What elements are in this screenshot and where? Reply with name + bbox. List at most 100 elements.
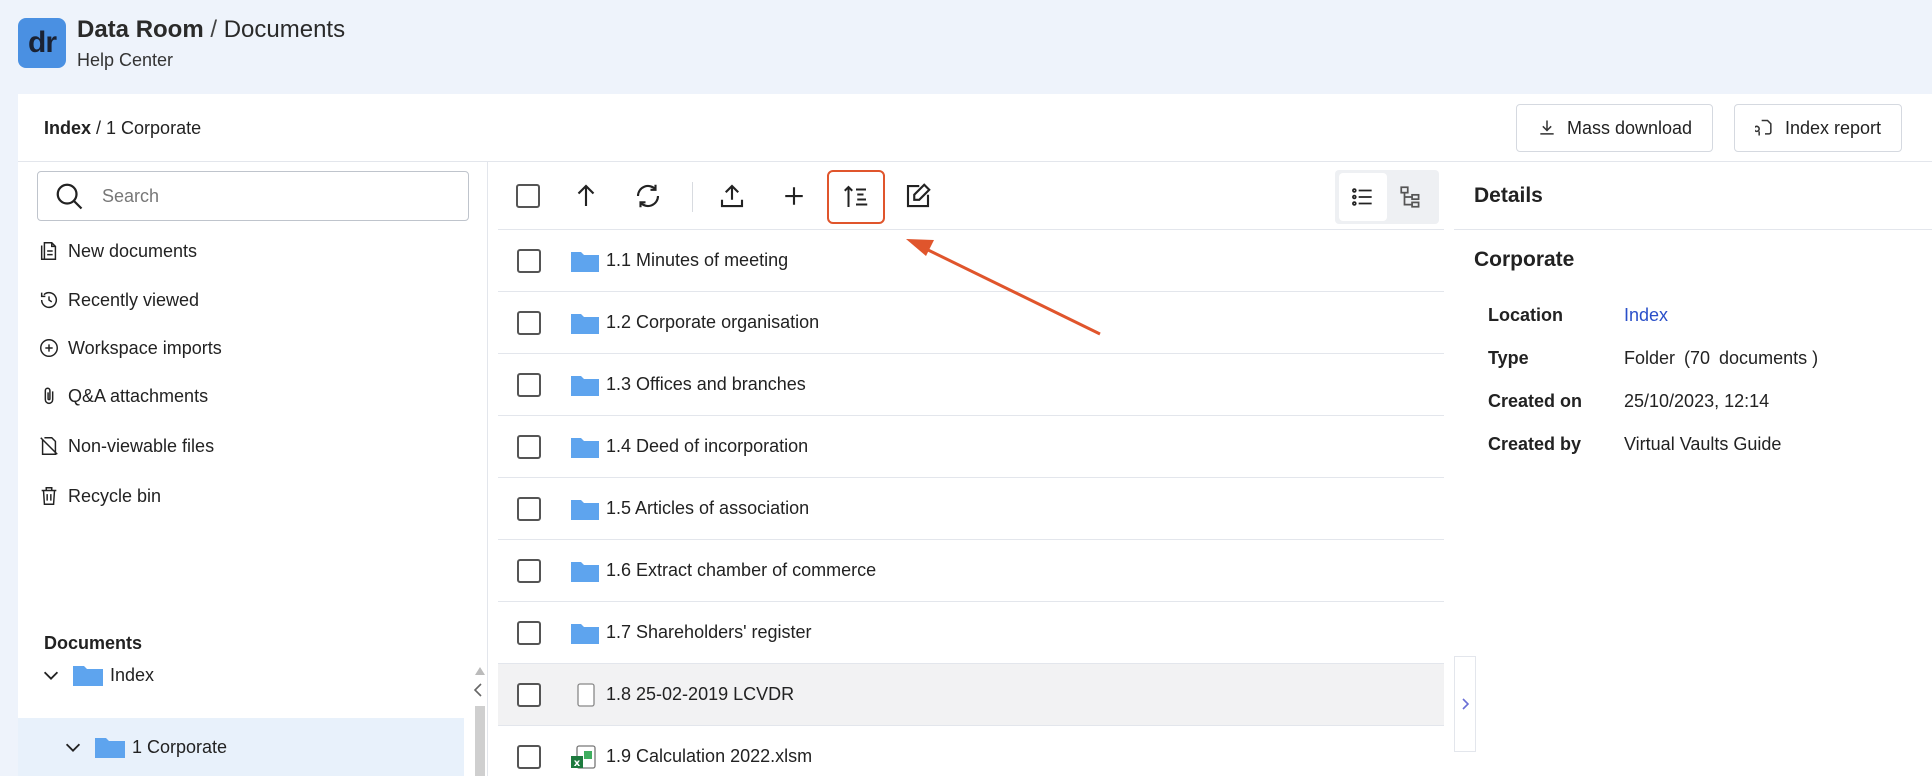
row-checkbox[interactable]: [517, 310, 541, 335]
index-report-label: Index report: [1785, 117, 1882, 138]
documents-heading: Documents: [44, 633, 143, 653]
details-collapse-toggle[interactable]: [1454, 656, 1476, 752]
title-separator: /: [203, 16, 224, 43]
row-checkbox[interactable]: [517, 682, 541, 707]
app-logo[interactable]: dr: [18, 18, 66, 68]
checkbox[interactable]: [516, 184, 540, 208]
mass-download-button[interactable]: Mass download: [1516, 104, 1714, 152]
row-checkbox[interactable]: [517, 248, 541, 273]
search-box[interactable]: [37, 171, 469, 221]
file-name[interactable]: 1.6 Extract chamber of commerce: [606, 560, 876, 581]
file-list-panel: 1.1 Minutes of meeting 1.2 Corporate orga…: [498, 162, 1444, 776]
top-bar: Index / 1 Corporate Mass download Index …: [18, 94, 1932, 162]
sidebar-item-non-viewable-files[interactable]: Non-viewable files: [38, 435, 214, 457]
row-checkbox[interactable]: [517, 434, 541, 459]
file-name[interactable]: 1.2 Corporate organisation: [606, 312, 819, 333]
sidebar-item-label: New documents: [68, 240, 198, 261]
tree-item-label: 1 Corporate: [132, 736, 228, 757]
plus-circle-icon: [40, 339, 58, 357]
row-checkbox[interactable]: [517, 558, 541, 583]
sidebar-item-label: Workspace imports: [68, 337, 222, 358]
breadcrumb-root[interactable]: Index: [44, 118, 91, 138]
edit-icon: [906, 183, 931, 208]
app-header: dr Data Room / Documents Help Center: [0, 0, 1932, 94]
row-checkbox[interactable]: [517, 372, 541, 397]
folder-icon: [571, 438, 599, 458]
file-name[interactable]: 1.4 Deed of incorporation: [606, 436, 808, 457]
add-button[interactable]: [772, 174, 816, 218]
file-row[interactable]: 1.2 Corporate organisation: [498, 292, 1444, 354]
file-row[interactable]: 1.6 Extract chamber of commerce: [498, 540, 1444, 602]
detail-value: Folder (70 documents ): [1624, 348, 1819, 368]
detail-label: Created by: [1488, 434, 1582, 454]
sort-index-button[interactable]: [827, 170, 885, 224]
file-icon: [577, 683, 595, 707]
details-item-name: Corporate: [1474, 248, 1575, 271]
row-checkbox[interactable]: [517, 744, 541, 769]
scroll-up-arrow-icon[interactable]: [474, 666, 486, 676]
app-title: Data Room / Documents: [77, 16, 345, 44]
details-panel: Details Corporate Location Index Type Fo…: [1454, 162, 1932, 776]
refresh-button[interactable]: [626, 174, 670, 218]
detail-label: Type: [1488, 348, 1529, 368]
detail-value: 25/10/2023, 12:14: [1624, 391, 1770, 411]
folder-icon: [571, 252, 599, 272]
plus-icon: [785, 187, 803, 205]
refresh-icon: [636, 184, 660, 208]
tree-view-button[interactable]: [1387, 173, 1435, 221]
search-input[interactable]: [102, 185, 422, 207]
file-name[interactable]: 1.1 Minutes of meeting: [606, 250, 788, 271]
row-checkbox[interactable]: [517, 620, 541, 645]
list-view-button[interactable]: [1339, 173, 1387, 221]
file-name[interactable]: 1.5 Articles of association: [606, 498, 809, 519]
toolbar-divider: [692, 182, 693, 212]
tree-item-index[interactable]: Index: [18, 652, 464, 698]
file-name[interactable]: 1.9 Calculation 2022.xlsm: [606, 746, 812, 767]
file-row[interactable]: 1.3 Offices and branches: [498, 354, 1444, 416]
sidebar-item-recycle-bin[interactable]: Recycle bin: [38, 485, 161, 507]
file-row[interactable]: 1.5 Articles of association: [498, 478, 1444, 540]
sidebar-scrollbar[interactable]: [470, 666, 488, 776]
folder-icon: [571, 624, 599, 644]
download-icon: [1540, 120, 1554, 135]
folder-up-button[interactable]: [564, 174, 608, 218]
detail-label: Created on: [1488, 391, 1583, 411]
detail-value: Virtual Vaults Guide: [1624, 434, 1782, 454]
upload-button[interactable]: [710, 174, 754, 218]
detail-location-link[interactable]: Index: [1624, 305, 1668, 326]
folder-icon: [73, 666, 103, 686]
file-row[interactable]: 1.4 Deed of incorporation: [498, 416, 1444, 478]
file-name[interactable]: 1.7 Shareholders' register: [606, 622, 812, 643]
scrollbar-thumb[interactable]: [475, 706, 485, 776]
file-row[interactable]: x 1.9 Calculation 2022.xlsm: [498, 726, 1444, 776]
sidebar: New documents Recently viewed Workspace …: [18, 162, 488, 776]
sidebar-item-new-documents[interactable]: New documents: [38, 240, 197, 262]
row-checkbox[interactable]: [517, 496, 541, 521]
sidebar-item-qa-attachments[interactable]: Q&A attachments: [38, 385, 208, 407]
collapse-left-icon[interactable]: [472, 682, 484, 698]
main-panel: Index / 1 Corporate Mass download Index …: [18, 94, 1932, 776]
index-report-button[interactable]: Index report: [1734, 104, 1903, 152]
select-all-checkbox[interactable]: [506, 174, 550, 218]
paperclip-icon: [44, 387, 54, 405]
mass-download-label: Mass download: [1567, 117, 1693, 138]
details-header: Details: [1454, 162, 1932, 230]
edit-button[interactable]: [896, 174, 940, 218]
sort-index-icon: [844, 185, 868, 207]
tree-item-1-corporate[interactable]: 1 Corporate: [18, 718, 464, 776]
chevron-down-icon[interactable]: [40, 664, 62, 686]
sidebar-item-recently-viewed[interactable]: Recently viewed: [38, 289, 199, 311]
folder-icon: [571, 500, 599, 520]
sidebar-item-label: Recently viewed: [68, 289, 200, 310]
file-off-icon: [40, 437, 58, 455]
file-row[interactable]: 1.7 Shareholders' register: [498, 602, 1444, 664]
detail-label: Location: [1488, 305, 1563, 325]
file-row[interactable]: 1.8 25-02-2019 LCVDR: [498, 664, 1444, 726]
chevron-down-icon[interactable]: [62, 736, 84, 758]
file-name[interactable]: 1.8 25-02-2019 LCVDR: [606, 684, 794, 705]
svg-text:x: x: [574, 758, 581, 769]
new-documents-icon: [40, 242, 57, 260]
file-row[interactable]: 1.1 Minutes of meeting: [498, 230, 1444, 292]
sidebar-item-workspace-imports[interactable]: Workspace imports: [38, 337, 222, 359]
file-name[interactable]: 1.3 Offices and branches: [606, 374, 806, 395]
